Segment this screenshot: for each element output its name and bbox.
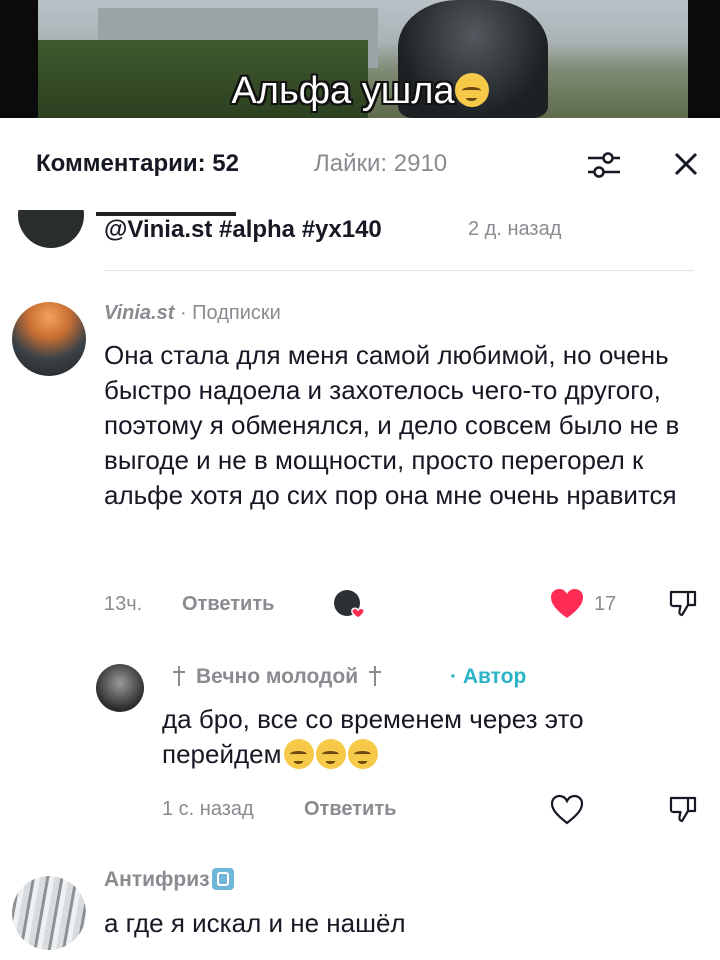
comment-text: да бро, все со временем через это перейд… [162,702,702,772]
description-row: @Vinia.st #alpha #yx140 2 д. назад [0,210,720,256]
author-avatar[interactable] [18,210,84,248]
comments-sheet: Комментарии: 52 Лайки: 2910 @Vinia.st #a… [0,118,720,960]
tab-comments[interactable]: Комментарии: 52 [36,150,239,178]
comment-time: 13ч. [104,593,143,615]
pensive-face-icon [283,739,314,769]
comment-time: 1 с. назад [162,798,254,820]
pensive-face-icon [315,739,346,769]
reply-button[interactable]: Ответить [304,798,396,821]
video-caption-text: Альфа ушла [231,70,455,112]
reply-button[interactable]: Ответить [182,593,274,616]
author-badge: · Автор [450,665,527,688]
creator-liked-icon [334,590,365,619]
comment-text: Она стала для меня самой любимой, но оче… [104,340,680,510]
avatar[interactable] [96,664,144,712]
cross-icon [368,666,382,686]
dislike-icon[interactable] [668,794,698,824]
avatar[interactable] [12,876,86,950]
like-heart-outline-icon[interactable] [550,794,584,826]
comment-username[interactable]: Вечно молодой [162,665,392,689]
username-text[interactable]: Вечно молодой [196,665,358,688]
pensive-face-icon [347,739,378,769]
comment-text: а где я искал и не нашёл [104,908,406,938]
comment-username[interactable]: Антифриз [104,868,234,892]
username-text[interactable]: Антифриз [104,868,210,891]
video-caption: Альфа ушла [0,70,720,113]
close-icon[interactable] [668,146,704,182]
description-time: 2 д. назад [468,218,562,240]
pensive-face-icon [454,73,489,107]
tab-likes[interactable]: Лайки: 2910 [314,150,447,178]
cross-icon [172,666,186,686]
sliders-icon[interactable] [586,150,622,180]
like-heart-icon[interactable] [550,588,584,620]
x-ray-icon [211,868,234,890]
comment-username[interactable]: Vinia.st · Подписки [104,302,281,325]
divider [104,270,694,271]
description-text: @Vinia.st #alpha #yx140 [104,216,382,243]
dislike-icon[interactable] [668,588,698,618]
follow-relation: · Подписки [179,302,281,324]
like-count: 17 [594,593,617,615]
username-text[interactable]: Vinia.st [104,302,174,324]
avatar[interactable] [12,302,86,376]
video-preview[interactable]: Альфа ушла [0,0,720,118]
sheet-header: Комментарии: 52 Лайки: 2910 [0,118,720,214]
